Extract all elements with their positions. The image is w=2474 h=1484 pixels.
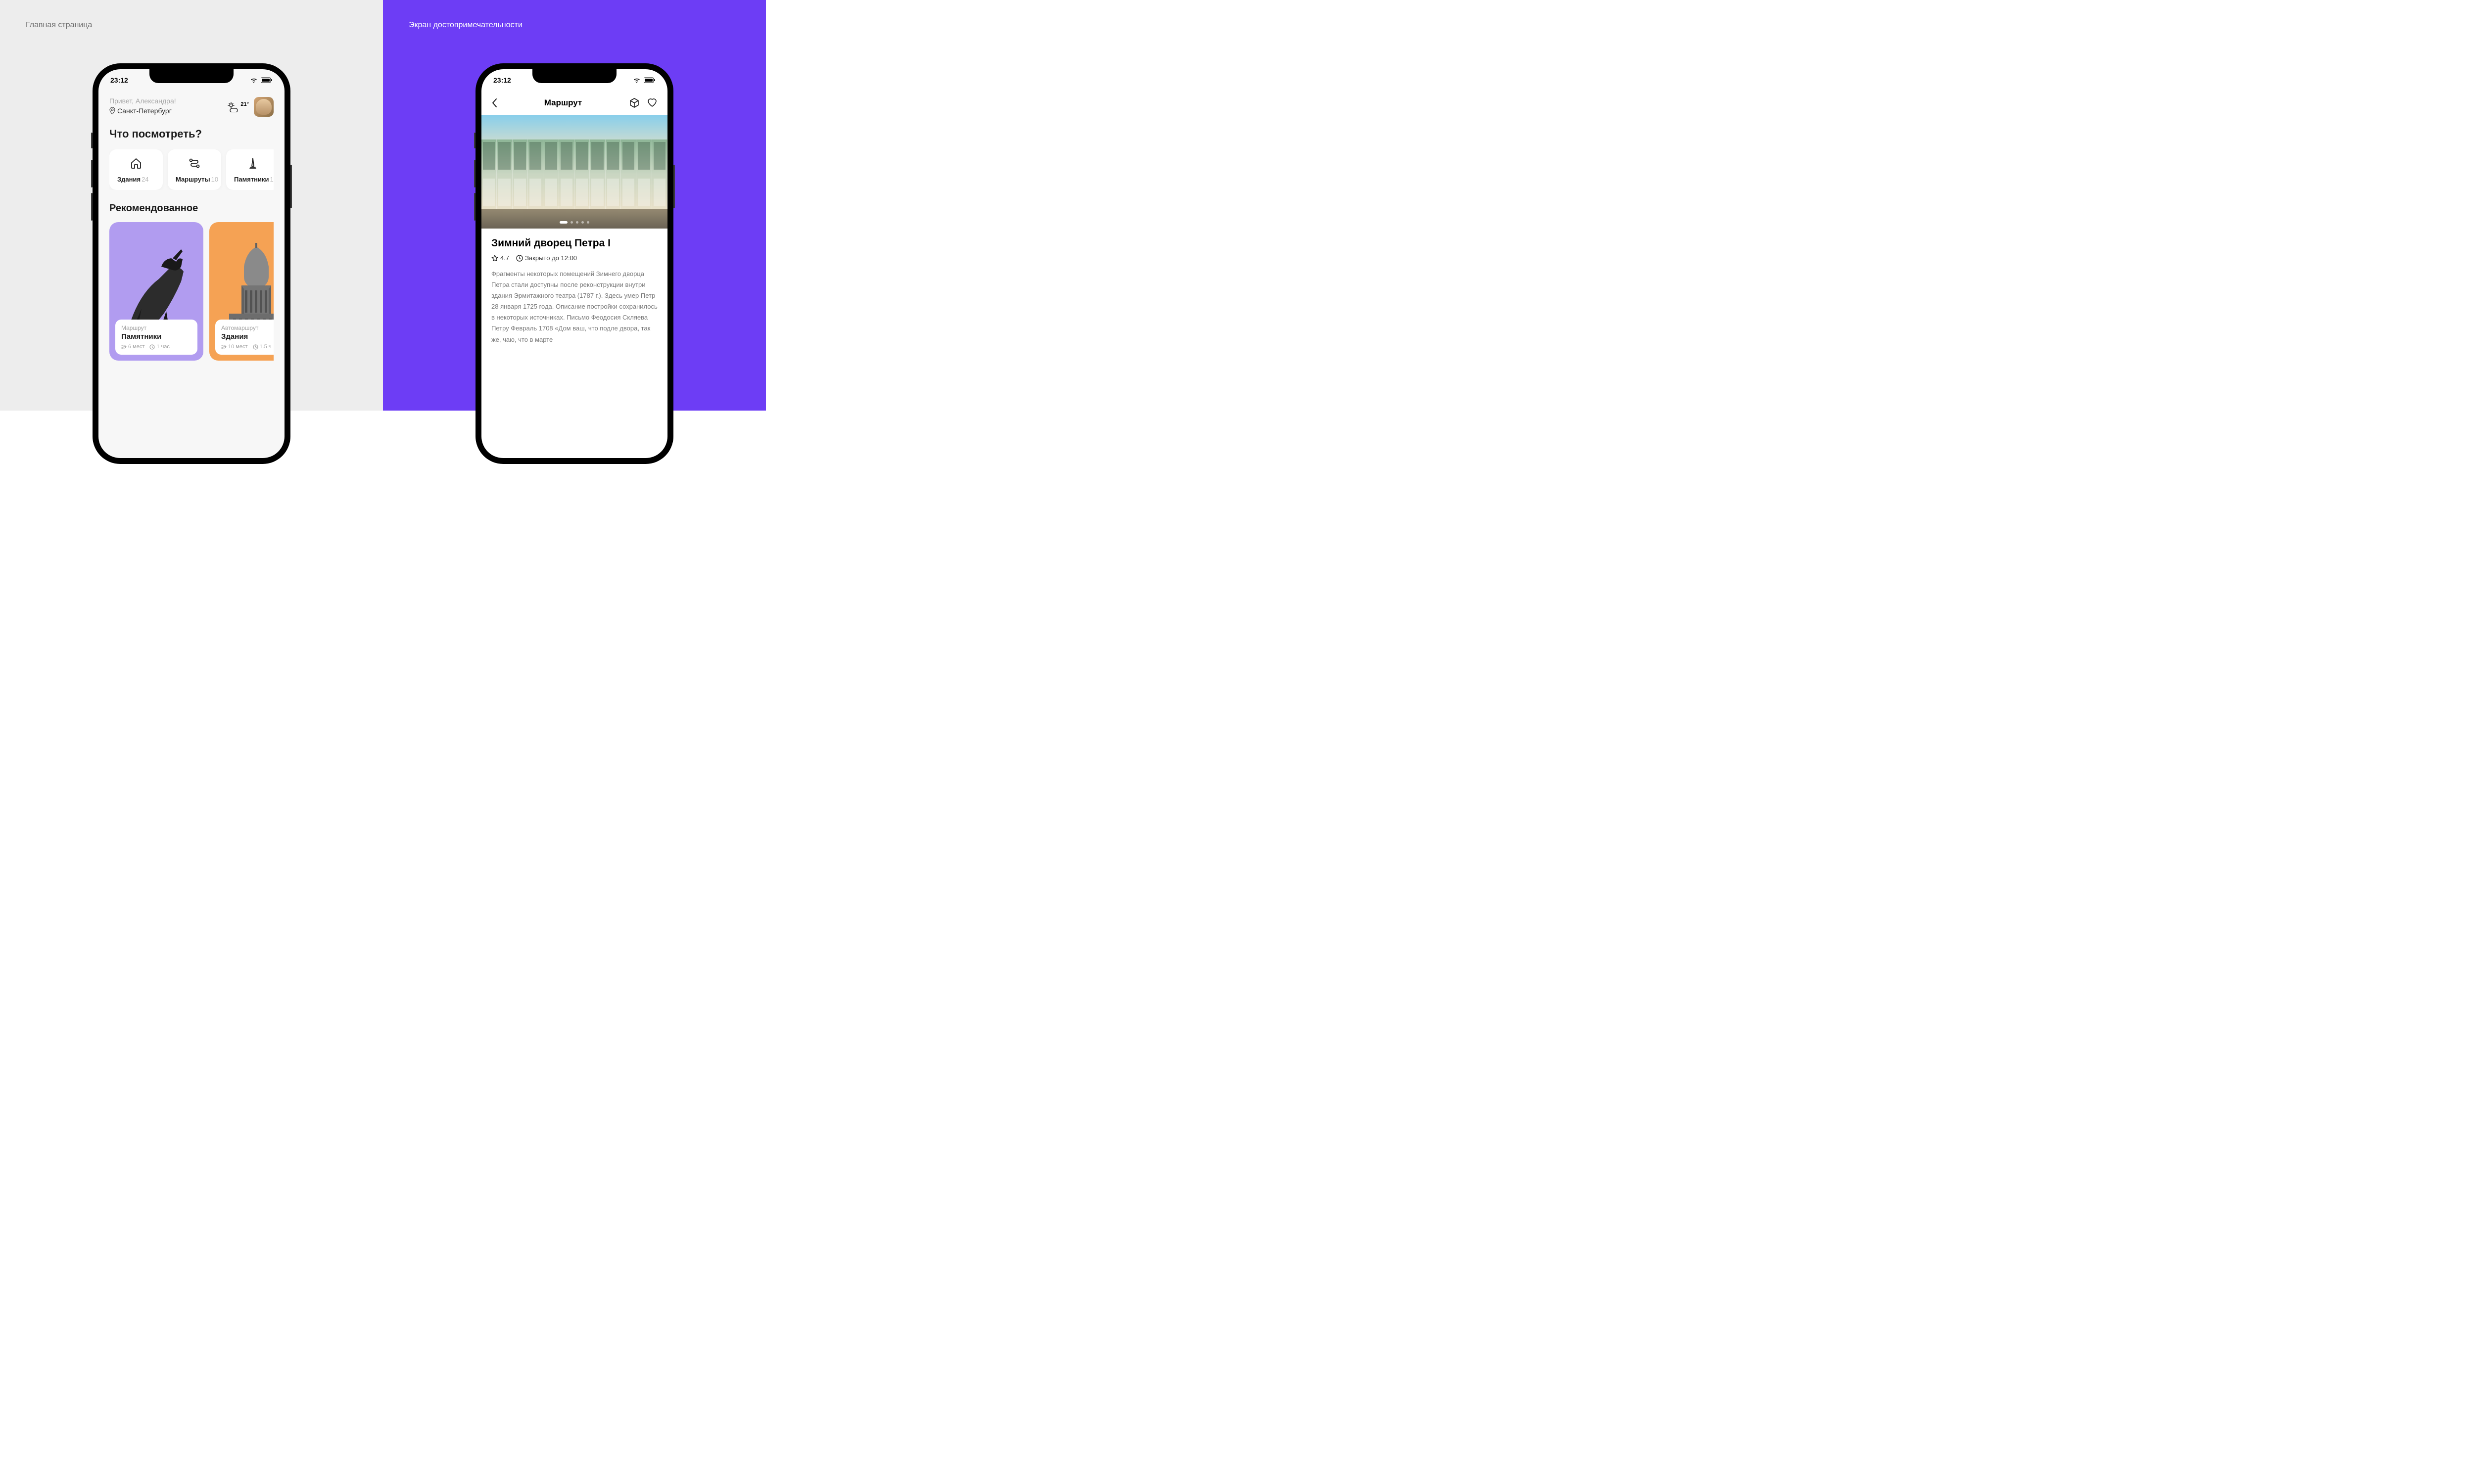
page-title: Что посмотреть? [109,128,274,140]
recommended-card-title: Памятники [121,332,191,341]
carousel-dot[interactable] [581,221,584,224]
cube-icon[interactable] [629,97,640,108]
recommended-type: Автомаршрут [221,325,274,331]
detail-nav: Маршрут [481,91,667,115]
recommended-card-buildings[interactable]: Автомаршрут Здания 10 мест 1.5 ч [209,222,274,361]
hero-image[interactable] [481,115,667,229]
recommended-info: Автомаршрут Здания 10 мест 1.5 ч [215,320,274,355]
pin-icon [109,107,115,114]
recommended-info: Маршрут Памятники 6 мест 1 час [115,320,197,355]
battery-icon [261,77,273,83]
carousel-dot[interactable] [576,221,578,224]
clock-icon [516,255,523,262]
wifi-icon [633,77,641,83]
star-icon [491,255,498,262]
heart-icon[interactable] [647,97,658,107]
recommended-card-monuments[interactable]: Маршрут Памятники 6 мест 1 час [109,222,203,361]
weather-widget[interactable]: 21° [227,101,249,112]
category-label: Памятники [234,176,269,183]
status-time: 23:12 [110,76,128,84]
category-label: Здания [117,176,141,183]
category-count: 10 [211,176,218,183]
detail-title: Зимний дворец Петра I [491,237,658,249]
recommended-duration: 1.5 ч [260,344,272,350]
category-label: Маршруты [176,176,210,183]
greeting-text: Привет, Александра! [109,97,176,105]
monument-icon [247,157,259,169]
carousel-dot[interactable] [587,221,589,224]
recommended-places: 10 мест [228,344,248,350]
carousel-dot[interactable] [571,221,573,224]
home-header: Привет, Александра! Санкт-Петербург 21° [109,97,274,117]
recommended-duration: 1 час [156,344,170,350]
clock-icon [253,344,258,350]
panel-home: Главная страница 23:12 Привет, Александр… [0,0,383,411]
phone-mockup-left: 23:12 Привет, Александра! Санкт-Петербур… [93,63,290,464]
recommended-title: Рекомендованное [109,203,274,214]
carousel-dot[interactable] [560,221,568,224]
rating-text: 4.7 [500,254,509,262]
location-row[interactable]: Санкт-Петербург [109,107,176,115]
status-time: 23:12 [493,76,511,84]
detail-nav-title: Маршрут [544,98,582,108]
panel-label-right: Экран достопримечательности [409,21,523,30]
recommended-type: Маршрут [121,325,191,331]
category-count: 15 [270,176,274,183]
places-icon [221,344,227,350]
category-row: Здания24 Маршруты10 Памятники15 [109,149,274,190]
recommended-row: Маршрут Памятники 6 мест 1 час [109,222,274,361]
home-icon [130,157,142,169]
wifi-icon [250,77,258,83]
status-text: Закрыто до 12:00 [525,254,577,262]
temperature-text: 21° [240,101,249,107]
category-card-monuments[interactable]: Памятники15 [226,149,274,190]
panel-label-left: Главная страница [26,21,92,30]
status-icons [250,77,273,83]
detail-description: Фрагменты некоторых помещений Зимнего дв… [491,269,658,345]
battery-icon [644,77,656,83]
category-count: 24 [142,176,148,183]
recommended-places: 6 мест [128,344,144,350]
category-card-routes[interactable]: Маршруты10 [168,149,221,190]
location-text: Санкт-Петербург [117,107,172,115]
route-icon [189,157,200,169]
carousel-dots[interactable] [560,221,589,224]
weather-icon [227,101,239,112]
places-icon [121,344,127,350]
status-icons [633,77,656,83]
clock-icon [149,344,155,350]
category-card-buildings[interactable]: Здания24 [109,149,163,190]
panel-detail: Экран достопримечательности 23:12 Маршру… [383,0,766,411]
back-icon[interactable] [491,98,497,108]
recommended-card-title: Здания [221,332,274,341]
phone-mockup-right: 23:12 Маршрут [476,63,673,464]
avatar[interactable] [254,97,274,117]
detail-meta: 4.7 Закрыто до 12:00 [491,254,658,262]
